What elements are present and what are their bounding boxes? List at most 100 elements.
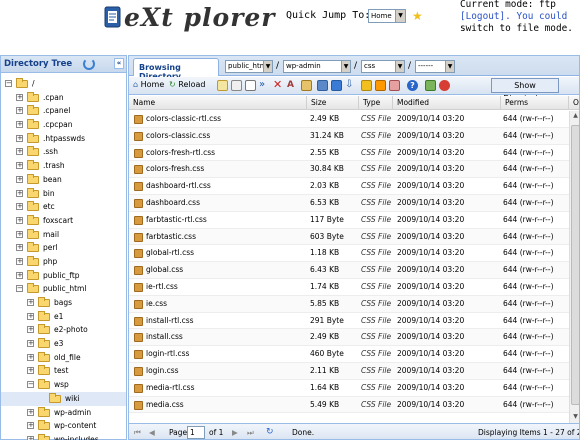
expand-node-icon[interactable]: +: [16, 271, 23, 279]
refresh-page-icon[interactable]: ↻: [266, 427, 274, 437]
expand-node-icon[interactable]: +: [27, 422, 34, 430]
tree-item[interactable]: + bean: [1, 173, 126, 187]
vertical-scrollbar[interactable]: ▲ ▼: [569, 111, 579, 425]
table-row[interactable]: media-rtl.css 1.64 KB CSS File 2009/10/14 0…: [129, 380, 569, 397]
col-name[interactable]: Name: [129, 96, 307, 110]
next-page-icon[interactable]: ▶: [232, 428, 238, 437]
table-row[interactable]: colors-fresh-rtl.css 2.55 KB CSS File 2009/…: [129, 145, 569, 162]
delete-icon[interactable]: ✕: [273, 79, 284, 91]
refresh-icon[interactable]: [83, 58, 95, 70]
collapse-node-icon[interactable]: −: [16, 285, 23, 293]
table-row[interactable]: ie-rtl.css 1.74 KB CSS File 2009/10/14 03:2…: [129, 279, 569, 296]
col-type[interactable]: Type: [359, 96, 393, 110]
copy-icon[interactable]: [245, 80, 256, 91]
collapse-node-icon[interactable]: −: [27, 381, 34, 389]
expand-node-icon[interactable]: +: [27, 353, 34, 361]
expand-node-icon[interactable]: +: [27, 312, 34, 320]
table-row[interactable]: global-rtl.css 1.18 KB CSS File 2009/10/14 …: [129, 245, 569, 263]
tree-item[interactable]: + old_file: [1, 351, 126, 365]
col-modified[interactable]: Modified: [393, 96, 501, 110]
table-row[interactable]: colors-classic-rtl.css 2.49 KB CSS File 200…: [129, 111, 569, 128]
tree-item[interactable]: − wsp: [1, 378, 126, 392]
col-perms[interactable]: Perms: [501, 96, 569, 110]
expand-node-icon[interactable]: +: [16, 107, 23, 115]
tree-item[interactable]: + mail: [1, 228, 126, 242]
tree-item[interactable]: + php: [1, 255, 126, 269]
table-row[interactable]: dashboard.css 6.53 KB CSS File 2009/10/14 0…: [129, 194, 569, 212]
mode-line-switch[interactable]: switch to file mode.: [460, 23, 580, 35]
path-select-1[interactable]: public_html ▼: [225, 60, 273, 73]
tree-item[interactable]: + bin: [1, 187, 126, 201]
tree-root[interactable]: − /: [1, 77, 126, 91]
first-page-icon[interactable]: ⏮: [134, 428, 141, 438]
new-file-icon[interactable]: [217, 80, 228, 91]
tree-item[interactable]: + wp-includes: [1, 433, 126, 440]
path-select-4[interactable]: ------ ▼: [415, 60, 455, 73]
logout-icon[interactable]: [439, 80, 450, 91]
expand-node-icon[interactable]: +: [16, 148, 23, 156]
tree-item[interactable]: + .cpcpan: [1, 118, 126, 132]
table-row[interactable]: login-rtl.css 460 Byte CSS File 2009/10/14 …: [129, 346, 569, 363]
tree-item[interactable]: + .ssh: [1, 145, 126, 159]
page-input[interactable]: 1: [187, 426, 205, 439]
table-row[interactable]: colors-fresh.css 30.84 KB CSS File 2009/10/…: [129, 161, 569, 179]
col-size[interactable]: Size: [307, 96, 359, 110]
expand-node-icon[interactable]: +: [16, 162, 23, 170]
chmod-icon[interactable]: [301, 80, 312, 91]
table-row[interactable]: media.css 5.49 KB CSS File 2009/10/14 03:20…: [129, 396, 569, 414]
prev-page-icon[interactable]: ◀: [149, 428, 155, 437]
last-page-icon[interactable]: ⏭: [247, 428, 254, 438]
search-icon[interactable]: [389, 80, 400, 91]
collapse-icon[interactable]: «: [114, 58, 124, 69]
expand-node-icon[interactable]: +: [27, 299, 34, 306]
quick-jump-select[interactable]: Home ▼: [368, 9, 406, 23]
expand-node-icon[interactable]: +: [27, 408, 34, 416]
tree-item[interactable]: + bags: [1, 296, 126, 310]
expand-node-icon[interactable]: +: [16, 216, 23, 224]
scroll-up-icon[interactable]: ▲: [571, 112, 579, 122]
tree-item[interactable]: − public_html: [1, 282, 126, 296]
path-select-3[interactable]: css ▼: [361, 60, 405, 73]
col-owner[interactable]: Ow: [569, 96, 579, 110]
table-row[interactable]: install.css 2.49 KB CSS File 2009/10/14 03:…: [129, 329, 569, 347]
table-row[interactable]: global.css 6.43 KB CSS File 2009/10/14 03:2…: [129, 262, 569, 279]
tree-item[interactable]: + .cpanel: [1, 104, 126, 118]
tree-item[interactable]: + wp-admin: [1, 406, 126, 420]
expand-node-icon[interactable]: +: [27, 435, 34, 440]
help-icon[interactable]: ?: [407, 80, 418, 91]
rename-icon[interactable]: A: [287, 80, 298, 91]
tree-item[interactable]: + .htpasswds: [1, 132, 126, 146]
table-row[interactable]: dashboard-rtl.css 2.03 KB CSS File 2009/10/…: [129, 178, 569, 195]
expand-node-icon[interactable]: +: [16, 93, 23, 101]
tree-item[interactable]: + perl: [1, 241, 126, 255]
expand-node-icon[interactable]: +: [27, 367, 34, 375]
archive-icon[interactable]: [361, 80, 372, 91]
upload-icon[interactable]: ⇩: [345, 80, 356, 91]
move-icon[interactable]: »: [259, 80, 270, 91]
expand-node-icon[interactable]: +: [16, 121, 23, 129]
settings-icon[interactable]: [425, 80, 436, 91]
expand-node-icon[interactable]: +: [16, 203, 23, 211]
table-row[interactable]: farbtastic.css 603 Byte CSS File 2009/10/14…: [129, 228, 569, 246]
tree-item[interactable]: + public_ftp: [1, 269, 126, 283]
show-directories-button[interactable]: Show Directories: [491, 78, 559, 103]
tree-item[interactable]: wiki: [1, 391, 126, 406]
path-select-2[interactable]: wp-admin ▼: [283, 60, 351, 73]
expand-node-icon[interactable]: +: [16, 257, 23, 265]
tree-item[interactable]: + etc: [1, 200, 126, 214]
tree-item[interactable]: + wp-content: [1, 419, 126, 433]
tree-item[interactable]: + e3: [1, 337, 126, 351]
expand-node-icon[interactable]: +: [16, 230, 23, 238]
expand-node-icon[interactable]: +: [16, 175, 23, 183]
table-row[interactable]: farbtastic-rtl.css 117 Byte CSS File 2009/1…: [129, 212, 569, 229]
home-button[interactable]: ⌂ Home: [133, 80, 164, 92]
tree-item[interactable]: + test: [1, 364, 126, 378]
scrollbar-thumb[interactable]: [571, 125, 579, 405]
expand-node-icon[interactable]: +: [16, 244, 23, 252]
reload-button[interactable]: ↻ Reload: [169, 80, 205, 92]
expand-node-icon[interactable]: +: [16, 189, 23, 197]
tree-item[interactable]: + e1: [1, 310, 126, 324]
view-icon[interactable]: [317, 80, 328, 91]
scroll-down-icon[interactable]: ▼: [571, 413, 579, 423]
tab-browsing-directory[interactable]: Browsing Directory: [133, 58, 219, 81]
